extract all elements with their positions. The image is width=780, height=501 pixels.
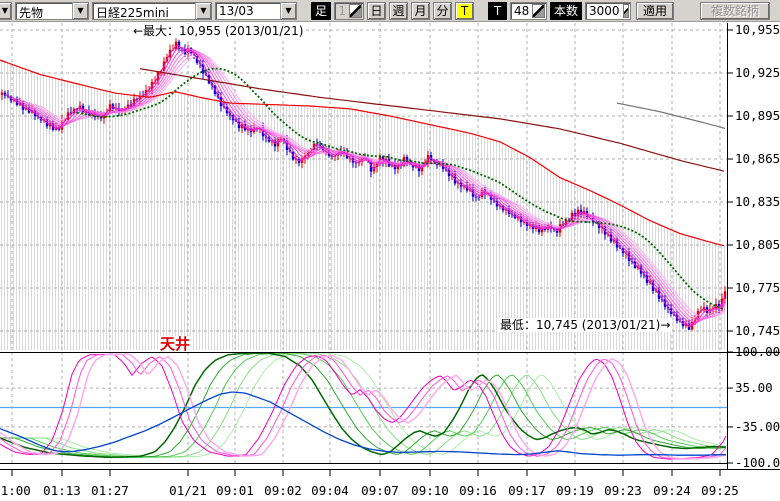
price-axis-label: 10,925 bbox=[735, 65, 780, 80]
dropdown-arrow-icon[interactable]: ▼ bbox=[72, 3, 88, 19]
instrument-value: 先物 bbox=[16, 3, 72, 19]
tick-button[interactable]: T bbox=[455, 2, 474, 20]
bar-type-chip: 足 bbox=[311, 2, 331, 20]
price-axis-label: 10,835 bbox=[735, 194, 780, 209]
rci-blue-line bbox=[0, 392, 726, 455]
oscillator-axis-label: 35.00 bbox=[735, 380, 773, 395]
count-value: 3000 bbox=[586, 3, 622, 19]
time-axis-label: 09:19 bbox=[556, 483, 594, 498]
time-axis-label: 01:13 bbox=[43, 483, 81, 498]
dropdown-arrow-icon[interactable]: ▼ bbox=[195, 3, 211, 19]
time-axis-label: 09:02 bbox=[264, 483, 302, 498]
price-axis-label: 10,865 bbox=[735, 151, 780, 166]
oscillator-axis-label: -35.00 bbox=[735, 419, 780, 434]
month-combo[interactable]: 13/03 ▼ bbox=[215, 2, 297, 20]
month-button[interactable]: 月 bbox=[411, 2, 430, 20]
time-axis-label: 01:27 bbox=[91, 483, 129, 498]
time-axis-label: 09:16 bbox=[459, 483, 497, 498]
oscillator-axis-label: -100.00 bbox=[735, 455, 780, 470]
max-annotation: ←最大：10,955 (2013/01/21) bbox=[131, 24, 305, 38]
interval-spinner[interactable]: 1 bbox=[334, 2, 364, 20]
time-axis-label: 09:23 bbox=[604, 483, 642, 498]
instrument-combo[interactable]: 先物 ▼ bbox=[15, 2, 89, 20]
apply-button[interactable]: 適用 bbox=[636, 2, 674, 20]
time-axis-label: 09:24 bbox=[653, 483, 691, 498]
min-annotation: 最低：10,745 (2013/01/21)→ bbox=[498, 318, 672, 332]
interval-value: 1 bbox=[335, 3, 348, 19]
spinner-icon[interactable] bbox=[349, 4, 362, 18]
price-axis-label: 10,745 bbox=[735, 323, 780, 338]
dropdown-arrow-icon[interactable]: ▼ bbox=[0, 3, 11, 19]
t-chip: T bbox=[488, 2, 507, 20]
symbol-value: 日経225mini bbox=[93, 3, 195, 19]
month-value: 13/03 bbox=[216, 3, 280, 19]
toolbar: ▼ 先物 ▼ 日経225mini ▼ 13/03 ▼ 足 1 日 週 月 分 T… bbox=[0, 0, 780, 22]
price-and-oscillator-chart: 10,955 10,925 10,895 10,865 10,835 10,805 10,7… bbox=[0, 0, 780, 501]
multi-symbol-button[interactable]: 複数銘柄 bbox=[700, 2, 770, 20]
time-axis-label: 09:01 bbox=[216, 483, 254, 498]
time-axis-label: 01:00 bbox=[0, 483, 31, 498]
day-button[interactable]: 日 bbox=[367, 2, 386, 20]
t-value-spinner[interactable]: 48 bbox=[510, 2, 547, 20]
dropdown-arrow-icon[interactable]: ▼ bbox=[280, 3, 296, 19]
symbol-combo[interactable]: 日経225mini ▼ bbox=[92, 2, 212, 20]
minute-button[interactable]: 分 bbox=[433, 2, 452, 20]
t-value: 48 bbox=[511, 3, 531, 19]
price-axis-label: 10,895 bbox=[735, 108, 780, 123]
time-axis-label: 09:10 bbox=[411, 483, 449, 498]
price-axis-label: 10,775 bbox=[735, 280, 780, 295]
time-axis-label: 09:04 bbox=[311, 483, 349, 498]
price-axis-label: 10,955 bbox=[735, 22, 780, 37]
count-chip: 本数 bbox=[550, 2, 582, 20]
time-axis-label: 09:07 bbox=[361, 483, 399, 498]
spinner-icon[interactable] bbox=[623, 4, 629, 18]
time-axis-label: 09:17 bbox=[508, 483, 546, 498]
price-axis-label: 10,805 bbox=[735, 237, 780, 252]
week-button[interactable]: 週 bbox=[389, 2, 408, 20]
time-axis-label: 01/21 bbox=[169, 483, 207, 498]
combo-partial[interactable]: ▼ bbox=[0, 2, 12, 20]
time-axis-label: 09:25 bbox=[701, 483, 739, 498]
count-spinner[interactable]: 3000 bbox=[585, 2, 631, 20]
rci-green-line bbox=[0, 353, 726, 457]
ceiling-annotation: 天井 bbox=[158, 336, 192, 352]
oscillator-axis-label: 100.00 bbox=[735, 344, 780, 359]
spinner-icon[interactable] bbox=[532, 4, 545, 18]
chart-window: ▼ 先物 ▼ 日経225mini ▼ 13/03 ▼ 足 1 日 週 月 分 T… bbox=[0, 0, 780, 501]
